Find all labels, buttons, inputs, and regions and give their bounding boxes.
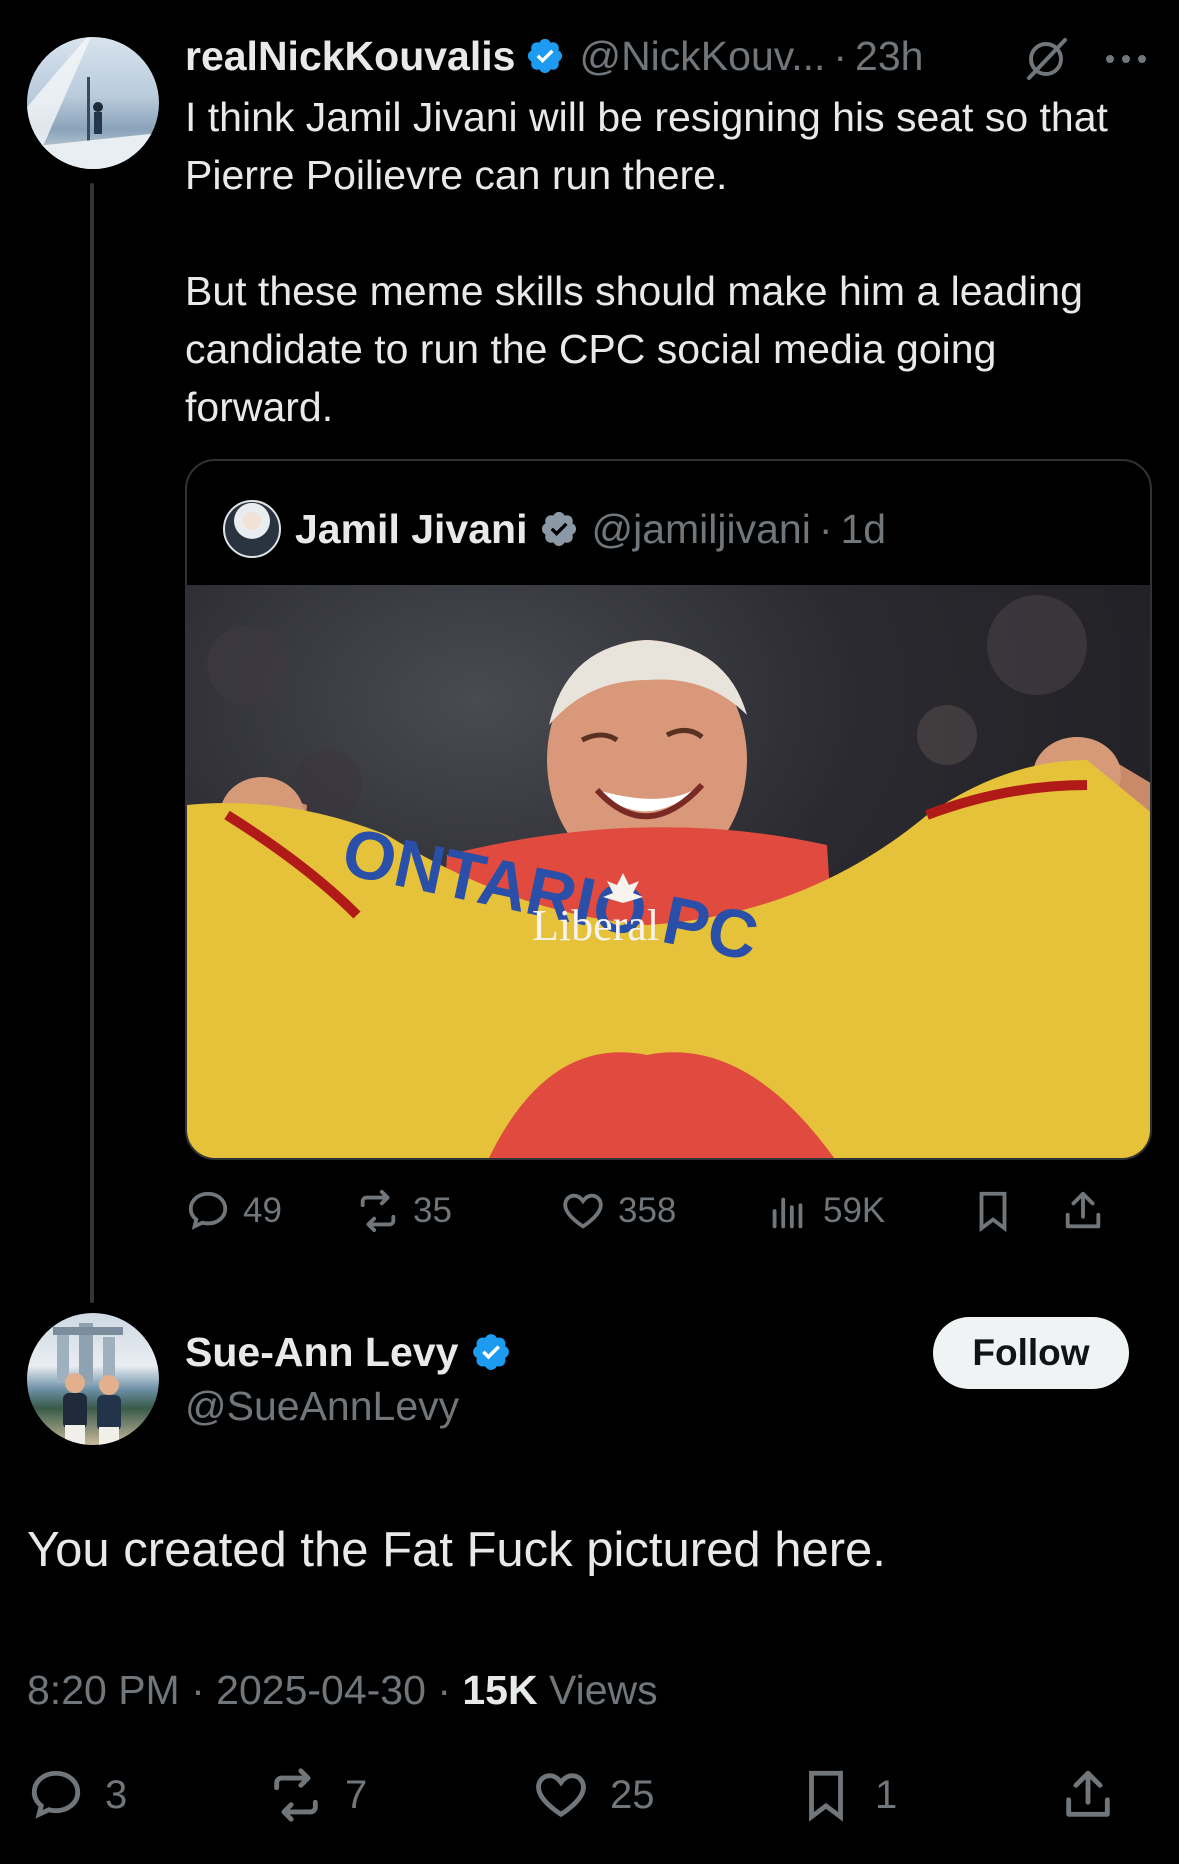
views-count: 59K [823,1191,886,1230]
bookmark-icon [979,1191,1007,1233]
parent-text-paragraph-2: But these meme skills should make him a … [185,268,1083,430]
reply-icon [188,1191,228,1230]
reply-display-name[interactable]: Sue-Ann Levy [185,1329,458,1376]
reply-count: 49 [243,1191,282,1230]
follow-button[interactable]: Follow [933,1317,1129,1389]
reply-count: 3 [105,1772,128,1817]
quote-tweet-card[interactable]: Jamil Jivani @jamiljivani · 1d ONTARIO P… [185,459,1152,1160]
share-icon [1066,1770,1110,1817]
like-count: 25 [610,1772,655,1817]
more-options-icon[interactable] [1104,52,1148,66]
share-button[interactable] [1060,1188,1118,1234]
like-button[interactable]: 25 [532,1766,797,1824]
verified-badge-icon [470,1331,512,1373]
bookmark-button[interactable]: 1 [797,1766,1059,1824]
tweet-time[interactable]: 8:20 PM [27,1667,180,1713]
parent-text-paragraph-1: I think Jamil Jivani will be resigning h… [185,94,1108,198]
repost-count: 35 [413,1191,452,1230]
quote-handle: @jamiljivani [591,505,811,552]
bookmark-count: 1 [875,1772,898,1817]
separator-dot: · [437,1667,451,1713]
verified-badge-icon [539,509,579,549]
heart-icon [536,1773,586,1818]
parent-avatar[interactable] [27,37,159,169]
bookmark-button[interactable] [970,1188,1060,1234]
like-button[interactable]: 358 [560,1188,765,1234]
reply-button[interactable]: 49 [185,1188,355,1234]
avatar-photo [27,37,159,169]
reply-action-bar: 3 7 25 1 [27,1765,1152,1825]
quote-header: Jamil Jivani @jamiljivani · 1d [223,500,887,558]
bookmark-icon [809,1770,843,1822]
share-button[interactable] [1059,1766,1137,1824]
reply-name-row: Sue-Ann Levy [185,1324,512,1380]
avatar-photo [53,1323,123,1445]
share-icon [1065,1191,1101,1229]
quote-time: 1d [840,505,887,552]
reply-icon [31,1770,81,1819]
tweet-meta-row: 8:20 PM · 2025-04-30 · 15K Views [27,1667,658,1714]
separator-dot: · [833,32,848,79]
parent-action-bar: 49 35 358 59K [185,1186,1152,1236]
grok-icon[interactable] [1023,36,1069,82]
tweet-date[interactable]: 2025-04-30 [216,1667,426,1713]
reply-tweet-text: You created the Fat Fuck pictured here. [27,1523,886,1577]
views-label: Views [549,1667,658,1713]
parent-handle[interactable]: @NickKouv... [579,33,825,80]
reply-avatar[interactable] [27,1313,159,1445]
like-count: 358 [618,1191,677,1230]
parent-tweet-text: I think Jamil Jivani will be resigning h… [185,88,1145,436]
reply-button[interactable]: 3 [27,1766,267,1824]
parent-display-name[interactable]: realNickKouvalis [185,33,515,80]
verified-badge-icon [525,36,565,76]
quote-display-name: Jamil Jivani [295,505,528,552]
quote-avatar [223,500,281,558]
repost-count: 7 [345,1772,368,1817]
repost-icon [274,1768,318,1822]
meme-illustration: ONTARIO PC Liberal [187,595,1150,1158]
views-button[interactable]: 59K [765,1188,970,1234]
quote-image-meme[interactable]: ONTARIO PC Liberal [187,585,1150,1158]
repost-button[interactable]: 7 [267,1766,532,1824]
meme-shirt-text-liberal: Liberal [532,901,659,950]
separator-dot: · [818,505,833,552]
repost-icon [360,1189,396,1233]
repost-button[interactable]: 35 [355,1188,560,1234]
views-icon [772,1197,803,1229]
heart-icon [563,1193,603,1229]
thread-connector-line [90,183,94,1303]
separator-dot: · [191,1667,205,1713]
parent-header: realNickKouvalis @NickKouv... · 23h [185,30,923,82]
parent-time[interactable]: 23h [855,33,923,80]
reply-handle[interactable]: @SueAnnLevy [185,1383,459,1430]
views-count: 15K [462,1667,538,1713]
